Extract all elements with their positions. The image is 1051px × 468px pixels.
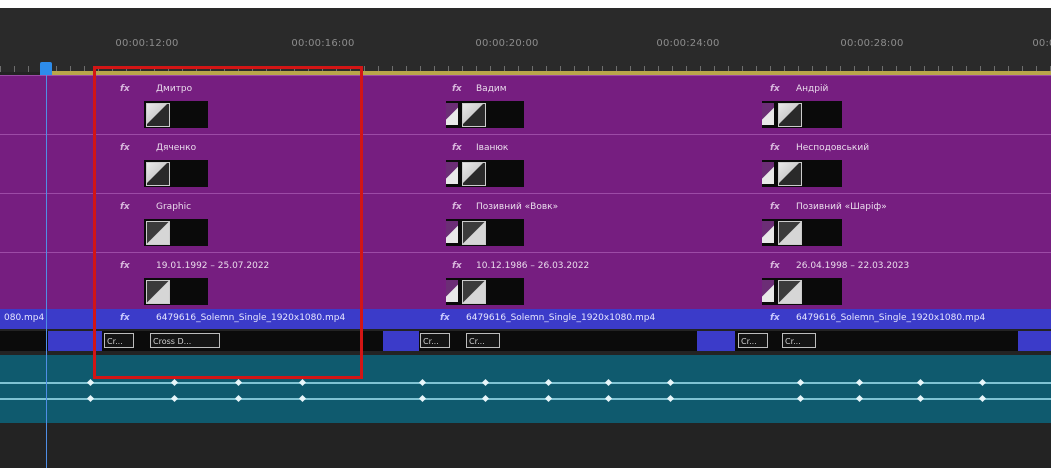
clip-label[interactable]: Вадим xyxy=(476,84,507,94)
fx-badge[interactable]: fx xyxy=(770,261,780,271)
transition-sliver xyxy=(446,221,458,243)
fx-badge[interactable]: fx xyxy=(770,84,780,94)
playhead-handle[interactable] xyxy=(40,62,52,75)
clip-label[interactable]: Іванюк xyxy=(476,143,508,153)
fx-badge[interactable]: fx xyxy=(770,143,780,153)
clip-thumbnail-frame xyxy=(778,162,802,186)
screenshot-canvas: 00:00:12:00 00:00:16:00 00:00:20:00 00:0… xyxy=(0,0,1051,468)
selection-highlight-box xyxy=(93,66,363,379)
transition-sliver xyxy=(762,221,774,243)
audio-keyframe[interactable] xyxy=(978,378,987,387)
timecode-label: 00:00:24:00 xyxy=(656,38,720,49)
clip-label[interactable]: Позивний «Вовк» xyxy=(476,202,558,212)
playhead-line[interactable] xyxy=(46,75,47,468)
clip-thumbnail-frame xyxy=(462,280,486,304)
transition-sliver xyxy=(762,280,774,302)
clip-thumbnail xyxy=(446,160,524,187)
audio-keyframe[interactable] xyxy=(481,394,490,403)
audio-keyframe[interactable] xyxy=(916,378,925,387)
clip-thumbnail xyxy=(762,160,842,187)
fx-badge[interactable]: fx xyxy=(452,202,462,212)
clip-thumbnail-frame xyxy=(462,103,486,127)
transition-sliver xyxy=(446,103,458,125)
audio-keyframe[interactable] xyxy=(796,394,805,403)
fx-badge[interactable]: fx xyxy=(452,261,462,271)
timeline-panel: 00:00:12:00 00:00:16:00 00:00:20:00 00:0… xyxy=(0,8,1051,468)
clip-label[interactable]: 10.12.1986 – 26.03.2022 xyxy=(476,261,589,271)
clip-label[interactable]: Позивний «Шаріф» xyxy=(796,202,887,212)
timecode-label: 00:0 xyxy=(1032,38,1051,49)
transition-sliver xyxy=(446,162,458,184)
audio-keyframe[interactable] xyxy=(86,378,95,387)
fx-badge[interactable]: fx xyxy=(770,202,780,212)
clip-thumbnail xyxy=(446,219,524,246)
audio-keyframe[interactable] xyxy=(234,378,243,387)
clip-thumbnail-frame xyxy=(462,221,486,245)
audio-keyframe[interactable] xyxy=(170,394,179,403)
time-ruler[interactable]: 00:00:12:00 00:00:16:00 00:00:20:00 00:0… xyxy=(0,8,1051,72)
clip-label[interactable]: 080.mp4 xyxy=(4,313,44,323)
audio-keyframe[interactable] xyxy=(978,394,987,403)
fx-badge[interactable]: fx xyxy=(452,143,462,153)
clip-label[interactable]: Андрій xyxy=(796,84,828,94)
clip-label[interactable]: 6479616_Solemn_Single_1920x1080.mp4 xyxy=(466,313,655,323)
fx-badge[interactable]: fx xyxy=(452,84,462,94)
audio-keyframe[interactable] xyxy=(418,394,427,403)
audio-keyframe[interactable] xyxy=(86,394,95,403)
audio-keyframe[interactable] xyxy=(544,394,553,403)
audio-keyframe[interactable] xyxy=(916,394,925,403)
video-clip-segment[interactable] xyxy=(1018,331,1051,351)
transition-cross-dissolve[interactable]: Cr... xyxy=(738,333,768,348)
audio-keyframe[interactable] xyxy=(666,378,675,387)
timecode-label: 00:00:28:00 xyxy=(840,38,904,49)
clip-label[interactable]: 26.04.1998 – 22.03.2023 xyxy=(796,261,909,271)
video-clip-segment[interactable] xyxy=(697,331,735,351)
fx-badge[interactable]: fx xyxy=(770,313,780,323)
audio-keyframe[interactable] xyxy=(604,394,613,403)
clip-thumbnail xyxy=(762,101,842,128)
transition-sliver xyxy=(446,280,458,302)
clip-thumbnail-frame xyxy=(462,162,486,186)
audio-keyframe[interactable] xyxy=(604,378,613,387)
clip-thumbnail-frame xyxy=(778,221,802,245)
clip-label[interactable]: 6479616_Solemn_Single_1920x1080.mp4 xyxy=(796,313,985,323)
audio-keyframe[interactable] xyxy=(298,394,307,403)
audio-keyframe[interactable] xyxy=(796,378,805,387)
audio-keyframe[interactable] xyxy=(666,394,675,403)
audio-keyframe[interactable] xyxy=(170,378,179,387)
clip-thumbnail xyxy=(762,219,842,246)
transition-cross-dissolve[interactable]: Cr... xyxy=(466,333,500,348)
clip-thumbnail xyxy=(446,278,524,305)
transition-sliver xyxy=(762,103,774,125)
clip-thumbnail xyxy=(762,278,842,305)
audio-keyframe[interactable] xyxy=(544,378,553,387)
clip-label[interactable]: Несподовський xyxy=(796,143,869,153)
transition-cross-dissolve[interactable]: Cr... xyxy=(782,333,816,348)
audio-keyframe[interactable] xyxy=(481,378,490,387)
clip-thumbnail-frame xyxy=(778,103,802,127)
timecode-label: 00:00:20:00 xyxy=(475,38,539,49)
clip-thumbnail xyxy=(446,101,524,128)
empty-track-area[interactable] xyxy=(0,423,1051,468)
audio-waveform-upper xyxy=(0,382,1051,384)
transition-sliver xyxy=(762,162,774,184)
timecode-label: 00:00:12:00 xyxy=(115,38,179,49)
audio-waveform-lower xyxy=(0,398,1051,400)
transition-cross-dissolve[interactable]: Cr... xyxy=(420,333,450,348)
audio-keyframe[interactable] xyxy=(855,394,864,403)
audio-keyframe[interactable] xyxy=(418,378,427,387)
audio-keyframe[interactable] xyxy=(234,394,243,403)
fx-badge[interactable]: fx xyxy=(440,313,450,323)
audio-keyframe[interactable] xyxy=(298,378,307,387)
clip-thumbnail-frame xyxy=(778,280,802,304)
timecode-label: 00:00:16:00 xyxy=(291,38,355,49)
video-clip-segment[interactable] xyxy=(383,331,419,351)
audio-keyframe[interactable] xyxy=(855,378,864,387)
